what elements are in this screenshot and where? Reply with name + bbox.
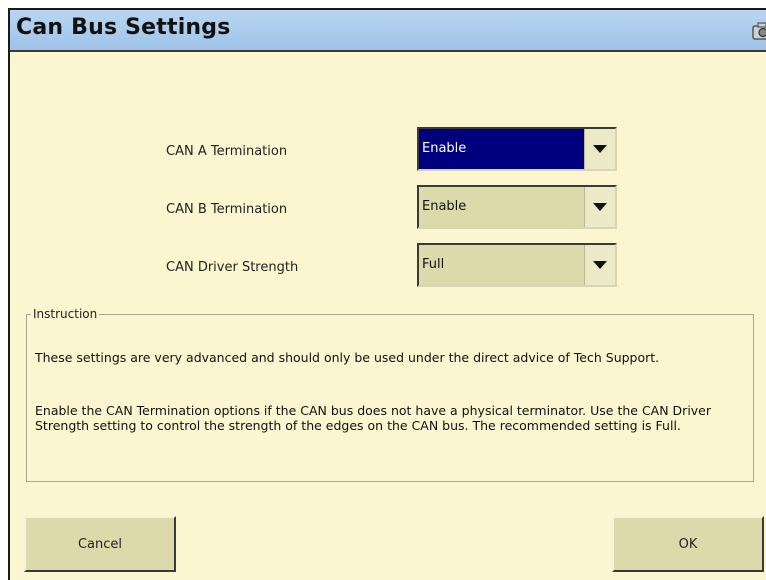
settings-window: Can Bus Settings CAN A Termination Enabl… — [8, 8, 766, 580]
instruction-paragraph-1: These settings are very advanced and sho… — [35, 350, 660, 365]
can-driver-strength-dropdown[interactable]: Full — [417, 243, 617, 287]
window-title: Can Bus Settings — [16, 15, 231, 40]
dropdown-button[interactable] — [584, 187, 615, 227]
ok-button[interactable]: OK — [612, 516, 764, 572]
can-driver-strength-value: Full — [422, 257, 445, 272]
dropdown-button[interactable] — [584, 245, 615, 285]
chevron-down-icon — [593, 203, 607, 211]
can-a-termination-label: CAN A Termination — [166, 144, 288, 159]
camera-icon[interactable] — [752, 22, 766, 40]
instruction-panel: Instruction These settings are very adva… — [26, 307, 754, 482]
can-b-termination-label: CAN B Termination — [166, 202, 288, 217]
title-bar: Can Bus Settings — [10, 10, 766, 52]
can-b-termination-value: Enable — [422, 199, 467, 214]
dropdown-button[interactable] — [584, 129, 615, 169]
cancel-button[interactable]: Cancel — [24, 516, 176, 572]
instruction-legend: Instruction — [31, 307, 100, 321]
can-driver-strength-label: CAN Driver Strength — [166, 260, 299, 275]
chevron-down-icon — [593, 261, 607, 269]
instruction-paragraph-2: Enable the CAN Termination options if th… — [35, 403, 712, 433]
can-a-termination-value: Enable — [422, 141, 467, 156]
can-b-termination-dropdown[interactable]: Enable — [417, 185, 617, 229]
chevron-down-icon — [593, 145, 607, 153]
can-a-termination-dropdown[interactable]: Enable — [417, 127, 617, 171]
